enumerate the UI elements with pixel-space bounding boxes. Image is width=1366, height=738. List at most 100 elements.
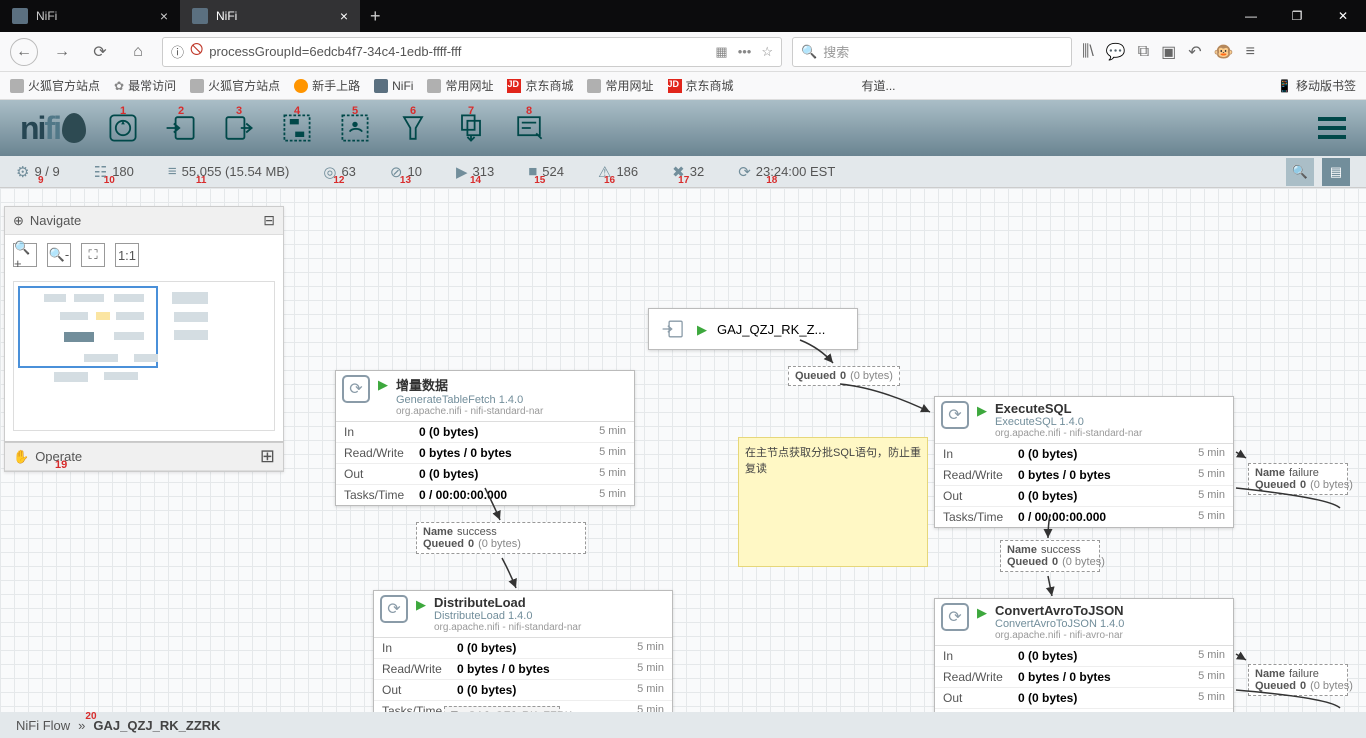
minimap[interactable]: [13, 281, 275, 431]
bookmark-item[interactable]: NiFi: [374, 79, 413, 93]
zoom-fit-button[interactable]: ⛶: [81, 243, 105, 267]
collapse-icon[interactable]: ⊟: [263, 212, 275, 229]
breadcrumb-root[interactable]: NiFi Flow: [16, 718, 70, 733]
connection-label[interactable]: Name success Queued 0 (0 bytes): [416, 522, 586, 554]
connection-label[interactable]: Queued 0 (0 bytes): [788, 366, 900, 386]
status-invalid: ⚠18616: [598, 163, 638, 181]
processor-distribute-load[interactable]: ⟳ ▶ DistributeLoad DistributeLoad 1.4.0 …: [373, 590, 673, 712]
search-bar[interactable]: 🔍 搜索: [792, 37, 1072, 67]
status-transmitting: ◎6312: [323, 163, 356, 181]
status-not-transmitting: ⊘1013: [390, 163, 422, 181]
tab-close-icon[interactable]: ×: [160, 8, 168, 24]
run-icon: ▶: [697, 322, 707, 338]
chat-icon[interactable]: 💬: [1106, 42, 1126, 62]
mobile-icon: 📱: [1277, 79, 1292, 93]
status-threads: ☷18010: [94, 163, 134, 181]
window-controls: — ❐ ✕: [1228, 0, 1366, 32]
folder-icon: [190, 79, 204, 93]
undo-icon[interactable]: ↶: [1188, 42, 1201, 62]
jd-icon: JD: [507, 79, 521, 93]
process-group-tool[interactable]: 4: [276, 107, 318, 149]
input-port-box[interactable]: ▶ GAJ_QZJ_RK_Z...: [648, 308, 858, 350]
breadcrumb-current[interactable]: 20 GAJ_QZJ_RK_ZZRK: [93, 718, 220, 733]
global-menu-button[interactable]: [1318, 117, 1346, 139]
folder-icon: [10, 79, 24, 93]
sidebar-icon[interactable]: ▣: [1161, 42, 1176, 62]
bulletin-board-button[interactable]: ▤: [1322, 158, 1350, 186]
screenshot-icon[interactable]: ⧉: [1138, 43, 1149, 61]
processor-execute-sql[interactable]: ⟳ ▶ ExecuteSQL ExecuteSQL 1.4.0 org.apac…: [934, 396, 1234, 528]
star-icon[interactable]: ☆: [761, 44, 773, 60]
bookmark-item[interactable]: 火狐官方站点: [10, 77, 100, 94]
bookmark-item[interactable]: 火狐官方站点: [190, 77, 280, 94]
nifi-logo: nifi: [20, 110, 86, 147]
expand-icon[interactable]: ⊞: [260, 446, 275, 467]
menu-icon[interactable]: ≡: [1246, 43, 1255, 61]
navigate-panel: ⊕ Navigate ⊟ 🔍+ 🔍- ⛶ 1:1: [4, 206, 284, 442]
more-icon[interactable]: •••: [738, 44, 752, 60]
status-nodes: ⚙9 / 99: [16, 163, 60, 181]
back-button[interactable]: ←: [10, 38, 38, 66]
bookmarks-bar: 火狐官方站点 ✿最常访问 火狐官方站点 新手上路 NiFi 常用网址 JD京东商…: [0, 72, 1366, 100]
connection-label[interactable]: Name success Queued 0 (0 bytes): [1000, 540, 1100, 572]
sticky-note[interactable]: 在主节点获取分批SQL语句，防止重复读: [738, 437, 928, 567]
info-icon[interactable]: ⓘ: [171, 42, 184, 61]
processor-convert-avro-json[interactable]: ⟳ ▶ ConvertAvroToJSON ConvertAvroToJSON …: [934, 598, 1234, 712]
reader-icon[interactable]: ▦: [715, 44, 727, 60]
breadcrumb-separator: »: [78, 718, 85, 733]
run-icon: ▶: [416, 597, 426, 613]
url-bar[interactable]: ⓘ 🛇 processGroupId=6edcb4f7-34c4-1edb-ff…: [162, 37, 782, 67]
shield-icon[interactable]: 🛇: [190, 41, 203, 63]
hand-icon: ✋: [13, 449, 29, 465]
home-button[interactable]: ⌂: [124, 38, 152, 66]
status-queued: ≡55,055 (15.54 MB)11: [168, 163, 289, 180]
bookmark-item[interactable]: 新手上路: [294, 77, 360, 94]
processor-generate-table-fetch[interactable]: ⟳ ▶ 增量数据 GenerateTableFetch 1.4.0 org.ap…: [335, 370, 635, 506]
close-button[interactable]: ✕: [1320, 0, 1366, 32]
search-flow-button[interactable]: 🔍: [1286, 158, 1314, 186]
input-port-tool[interactable]: 2: [160, 107, 202, 149]
tab-close-icon[interactable]: ×: [340, 8, 348, 24]
running-icon: ▶: [456, 163, 468, 181]
nav-controls: 🔍+ 🔍- ⛶ 1:1: [5, 235, 283, 275]
operate-panel: ✋ Operate 19 ⊞: [4, 442, 284, 472]
processor-icon: ⟳: [380, 595, 408, 623]
output-port-tool[interactable]: 3: [218, 107, 260, 149]
monkey-icon[interactable]: 🐵: [1214, 42, 1234, 62]
bookmark-item[interactable]: 常用网址: [427, 77, 493, 94]
zoom-in-button[interactable]: 🔍+: [13, 243, 37, 267]
flow-canvas[interactable]: ⊕ Navigate ⊟ 🔍+ 🔍- ⛶ 1:1: [0, 188, 1366, 712]
jd-icon: JD: [668, 79, 682, 93]
library-icon[interactable]: ⫼\: [1082, 43, 1094, 61]
bookmark-item[interactable]: JD京东商城: [507, 77, 573, 94]
browser-tab-active[interactable]: NiFi ×: [180, 0, 360, 32]
tab-favicon-icon: [12, 8, 28, 24]
bookmark-item[interactable]: 常用网址: [587, 77, 653, 94]
template-tool[interactable]: 7: [450, 107, 492, 149]
forward-button[interactable]: →: [48, 38, 76, 66]
reload-button[interactable]: ⟳: [86, 38, 114, 66]
processor-tool[interactable]: 1: [102, 107, 144, 149]
operate-header[interactable]: ✋ Operate 19 ⊞: [5, 443, 283, 471]
new-tab-button[interactable]: +: [360, 6, 391, 27]
bookmark-item[interactable]: JD京东商城: [668, 77, 734, 94]
processor-icon: ⟳: [941, 603, 969, 631]
drop-icon: [62, 113, 86, 143]
maximize-button[interactable]: ❐: [1274, 0, 1320, 32]
minimize-button[interactable]: —: [1228, 0, 1274, 32]
processor-icon: ⟳: [941, 401, 969, 429]
zoom-actual-button[interactable]: 1:1: [115, 243, 139, 267]
navigate-header[interactable]: ⊕ Navigate ⊟: [5, 207, 283, 235]
bookmark-item[interactable]: ✿最常访问: [114, 77, 176, 94]
connection-label[interactable]: Name failure Queued 0 (0 bytes): [1248, 463, 1348, 495]
funnel-tool[interactable]: 6: [392, 107, 434, 149]
browser-tab-inactive[interactable]: NiFi ×: [0, 0, 180, 32]
zoom-out-button[interactable]: 🔍-: [47, 243, 71, 267]
bookmark-item[interactable]: 有道...: [862, 77, 896, 94]
label-tool[interactable]: 8: [508, 107, 550, 149]
connection-label[interactable]: Name failure Queued 0 (0 bytes): [1248, 664, 1348, 696]
breadcrumb: NiFi Flow » 20 GAJ_QZJ_RK_ZZRK: [0, 712, 1366, 738]
remote-process-group-tool[interactable]: 5: [334, 107, 376, 149]
tab-title: NiFi: [36, 9, 57, 23]
bookmark-mobile[interactable]: 📱移动版书签: [1277, 77, 1356, 94]
